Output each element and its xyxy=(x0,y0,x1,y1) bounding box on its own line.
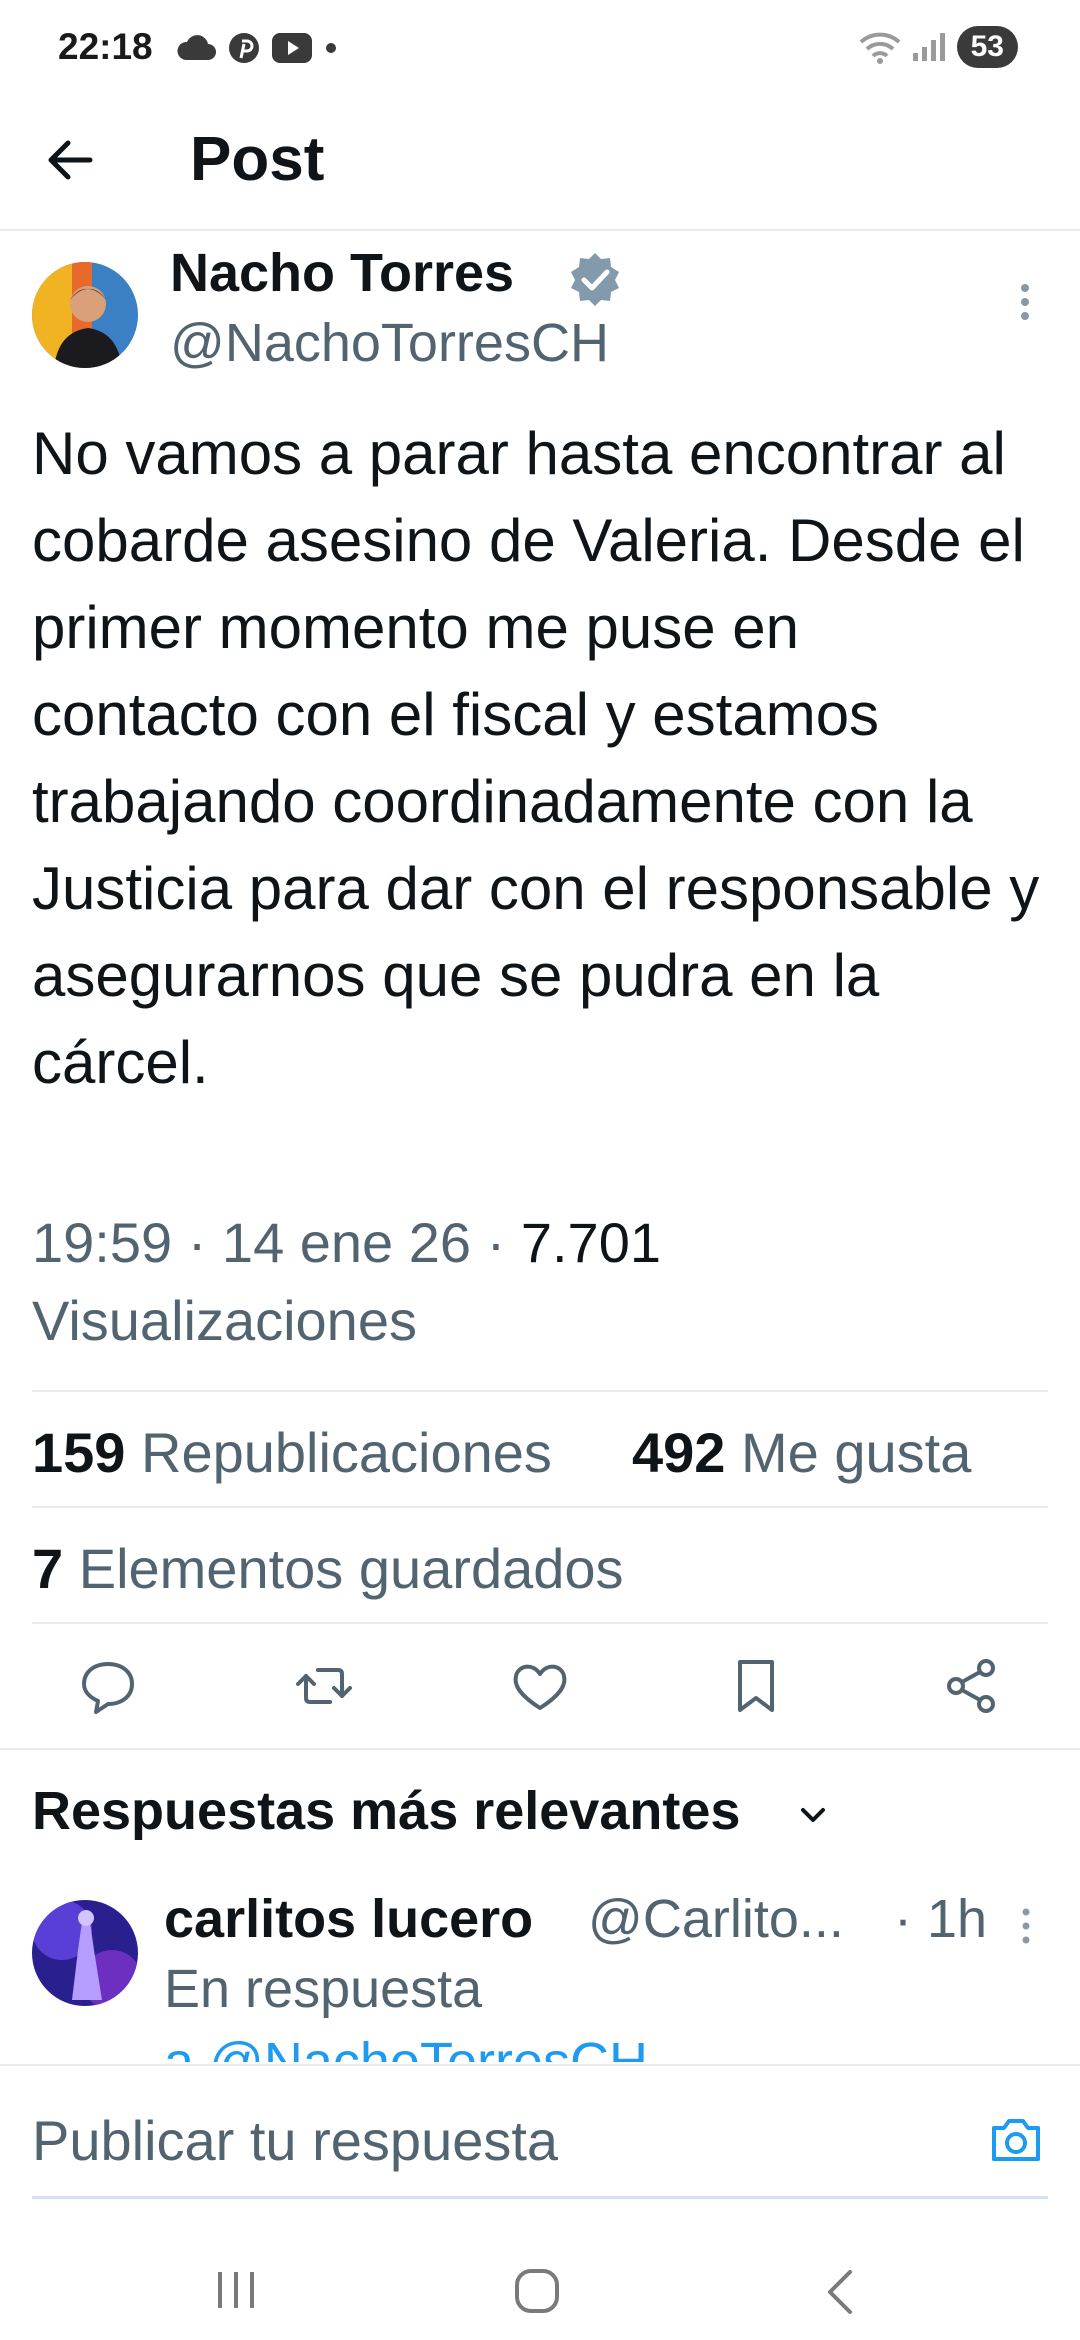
likes-count: 492 xyxy=(632,1421,726,1484)
like-heart-icon[interactable] xyxy=(508,1654,572,1718)
status-time: 22:18 xyxy=(58,26,153,67)
author-handle[interactable]: @NachoTorresCH xyxy=(170,312,609,374)
stats-divider-2 xyxy=(32,1622,1048,1624)
camera-icon[interactable] xyxy=(988,2112,1044,2168)
author-avatar[interactable] xyxy=(32,262,138,368)
youtube-icon xyxy=(272,33,312,63)
share-icon[interactable] xyxy=(940,1654,1004,1718)
likes-label: Me gusta xyxy=(741,1421,972,1484)
stats-divider xyxy=(32,1506,1048,1508)
reply-author-handle[interactable]: @Carlito... xyxy=(588,1888,844,1950)
chevron-down-icon[interactable] xyxy=(796,1798,830,1832)
reply-mention[interactable]: a @NachoTorresCH xyxy=(164,2030,648,2062)
back-arrow-icon[interactable] xyxy=(40,130,110,190)
reposts-stat[interactable]: 159 Republicaciones xyxy=(32,1420,552,1485)
more-options-icon[interactable] xyxy=(1010,282,1040,322)
bookmarks-stat[interactable]: 7 Elementos guardados xyxy=(32,1536,624,1601)
bookmarks-count: 7 xyxy=(32,1537,64,1600)
status-bar: 22:18 53 xyxy=(0,0,1080,100)
back-nav-icon[interactable] xyxy=(822,2268,858,2316)
system-nav-bar xyxy=(0,2224,1080,2340)
page-title: Post xyxy=(190,125,325,194)
verified-badge-icon xyxy=(566,250,624,308)
wifi-icon xyxy=(859,30,901,64)
reposts-label: Republicaciones xyxy=(141,1421,552,1484)
reply-in-reply-label: En respuesta xyxy=(164,1959,483,2019)
reply-author-name[interactable]: carlitos lucero xyxy=(164,1888,533,1950)
reply-input[interactable]: Publicar tu respuesta xyxy=(32,2108,558,2173)
home-icon[interactable] xyxy=(512,2266,562,2316)
dot-icon xyxy=(324,41,338,55)
recent-apps-icon[interactable] xyxy=(214,2270,258,2310)
reply-icon[interactable] xyxy=(76,1654,140,1718)
header-divider xyxy=(0,229,1080,231)
likes-stat[interactable]: 492 Me gusta xyxy=(632,1420,971,1485)
reply-avatar[interactable] xyxy=(32,1900,138,2006)
status-notification-icons xyxy=(176,32,338,64)
reply-time: · 1h xyxy=(894,1889,988,1949)
reply-more-options-icon[interactable] xyxy=(1016,1906,1036,1946)
reposts-count: 159 xyxy=(32,1421,126,1484)
author-name[interactable]: Nacho Torres xyxy=(170,242,514,304)
tweet-date: 14 ene 26 xyxy=(221,1211,472,1274)
tweet-time: 19:59 xyxy=(32,1211,173,1274)
tweet-meta: 19:59 · 14 ene 26 · 7.701 xyxy=(32,1211,661,1274)
battery-indicator: 53 xyxy=(956,26,1018,68)
replies-sort-title[interactable]: Respuestas más relevantes xyxy=(32,1780,740,1842)
tweet-text: No vamos a parar hasta encontrar al coba… xyxy=(32,420,1040,1096)
meta-divider xyxy=(32,1390,1048,1392)
bookmark-icon[interactable] xyxy=(724,1654,788,1718)
repost-icon[interactable] xyxy=(292,1654,356,1718)
composer-underline xyxy=(32,2196,1048,2199)
tweet-views-label: Visualizaciones xyxy=(32,1289,417,1352)
actions-divider xyxy=(0,1748,1080,1750)
status-system-icons: 53 xyxy=(859,26,1018,68)
tweet-views-count: 7.701 xyxy=(520,1211,661,1274)
cloud-icon xyxy=(176,34,216,62)
signal-icon xyxy=(911,31,947,63)
bookmarks-label: Elementos guardados xyxy=(78,1537,624,1600)
pinterest-icon xyxy=(228,32,260,64)
